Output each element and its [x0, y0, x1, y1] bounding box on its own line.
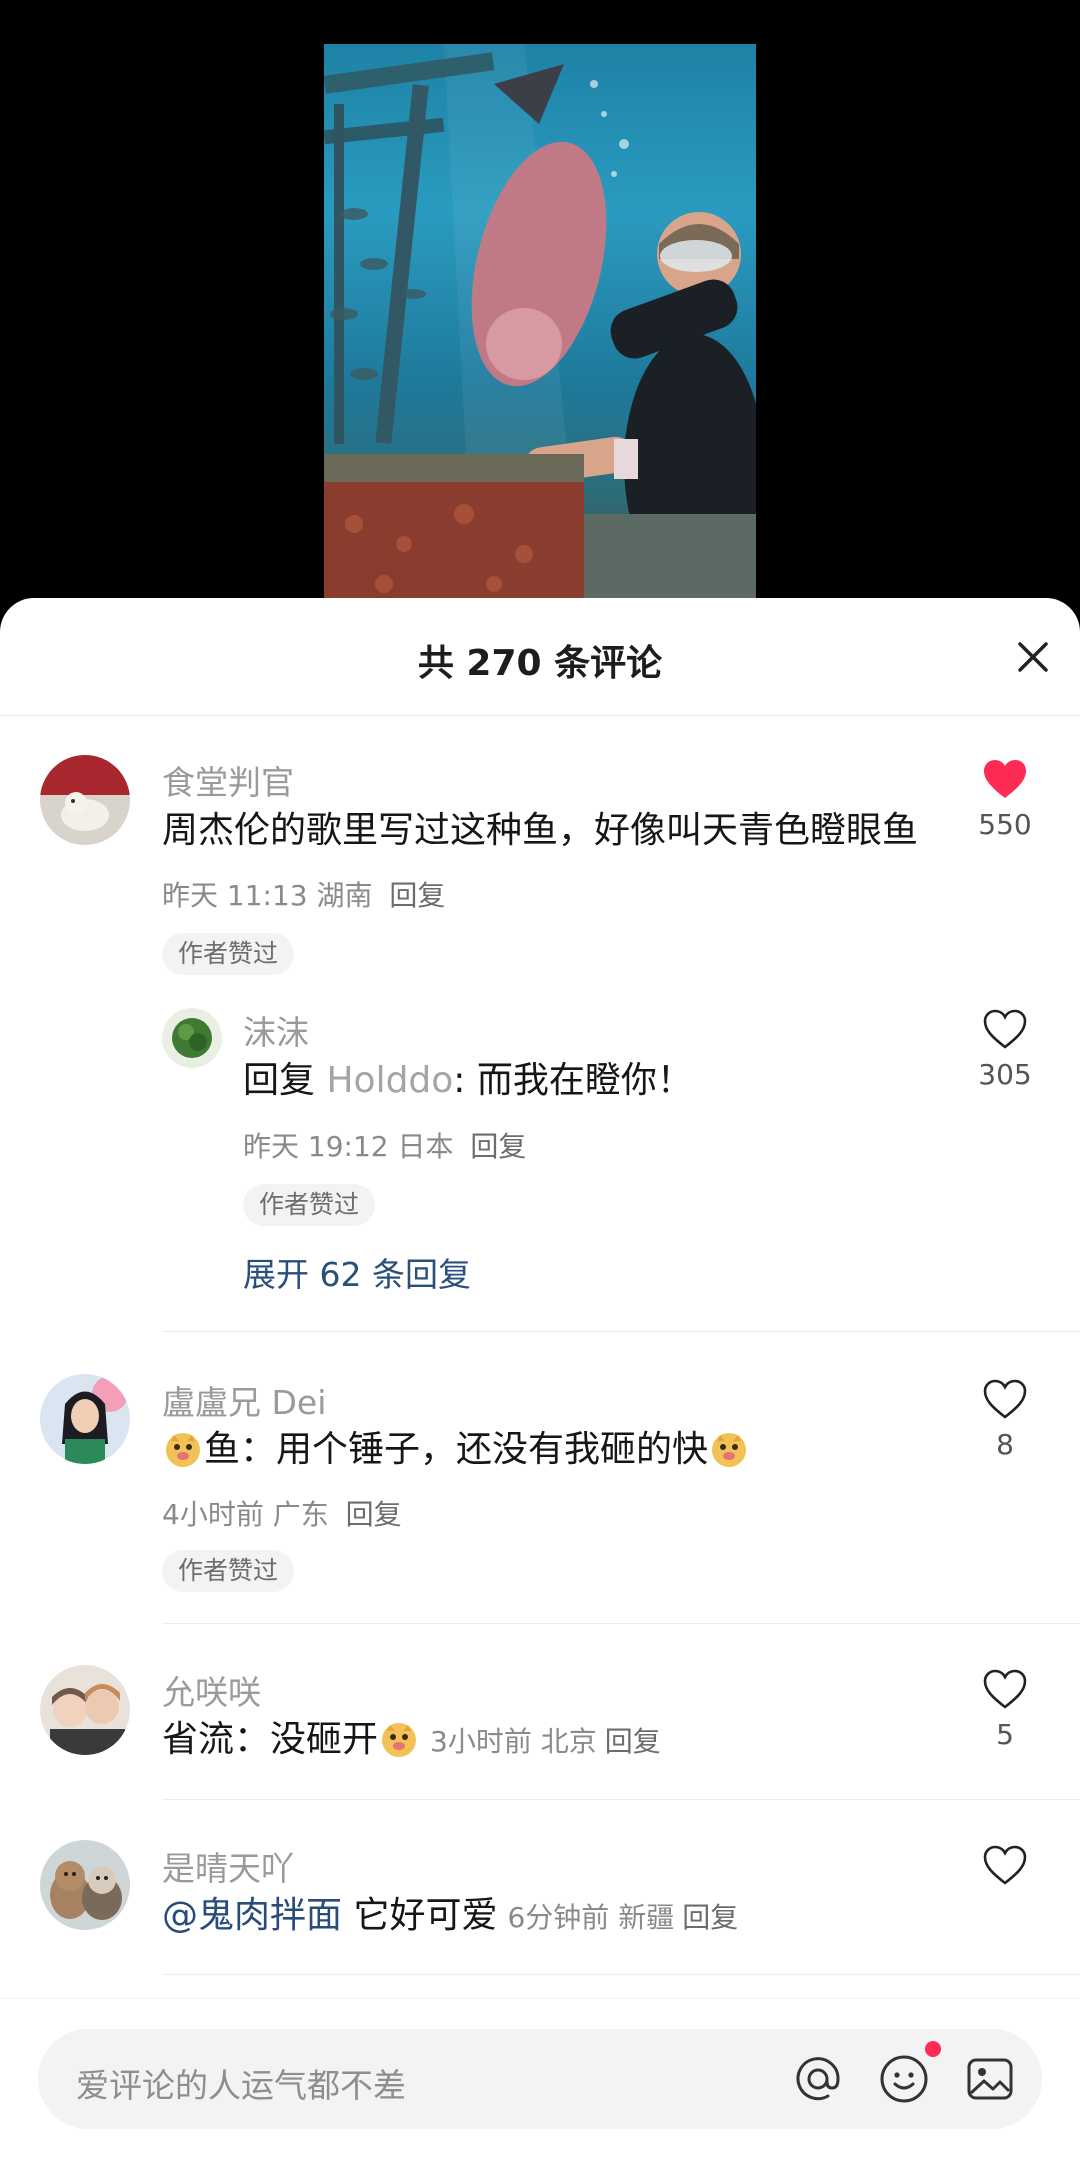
- avatar[interactable]: [40, 1374, 130, 1464]
- username[interactable]: 食堂判官: [162, 756, 294, 804]
- reply-text: 回复 Holddo: 而我在瞪你！: [243, 1058, 693, 1104]
- reply-body: : 而我在瞪你！: [453, 1060, 693, 1101]
- avatar[interactable]: [162, 1008, 222, 1068]
- expand-replies-button[interactable]: 展开 62 条回复: [243, 1248, 471, 1296]
- notification-dot: [925, 2041, 941, 2057]
- mention-button[interactable]: [790, 2051, 846, 2107]
- comment-location: 广东: [272, 1498, 329, 1531]
- comment-text: @鬼肉拌面 它好可爱 6分钟前 新疆 回复: [162, 1893, 738, 1941]
- comment-count-title: 共 270 条评论: [417, 643, 663, 684]
- like-count: 5: [996, 1718, 1014, 1751]
- divider: [162, 1799, 1080, 1800]
- comment-time: 4小时前: [162, 1498, 264, 1531]
- author-liked-tag: 作者赞过: [162, 1550, 295, 1592]
- comment-body: 省流：没砸开: [162, 1719, 379, 1760]
- comment-text: 省流：没砸开 3小时前 北京 回复: [162, 1717, 661, 1765]
- username[interactable]: 是晴天吖: [162, 1842, 294, 1890]
- underwater-scene-image: [324, 44, 756, 604]
- reply-to-user[interactable]: Holddo: [326, 1060, 453, 1101]
- like-button[interactable]: 550: [960, 758, 1050, 841]
- reply-button[interactable]: 回复: [605, 1725, 661, 1758]
- comment-location: 湖南: [316, 879, 373, 912]
- like-button[interactable]: 8: [960, 1378, 1050, 1461]
- author-liked-tag: 作者赞过: [162, 933, 295, 975]
- comment-input[interactable]: 爱评论的人运气都不差: [38, 2029, 1042, 2129]
- heart-outline-icon: [983, 1845, 1027, 1885]
- comment-meta: 昨天 19:12 日本 回复: [243, 1125, 526, 1165]
- reply-button[interactable]: 回复: [682, 1901, 738, 1934]
- avatar[interactable]: [40, 755, 130, 845]
- like-button[interactable]: [960, 1844, 1050, 1886]
- video-player[interactable]: [0, 0, 1080, 640]
- like-count: 8: [996, 1428, 1014, 1461]
- divider: [162, 1331, 1080, 1332]
- comment-location: 新疆: [618, 1901, 675, 1934]
- comment-meta: 4小时前 广东 回复: [162, 1493, 402, 1533]
- divider: [162, 1623, 1080, 1624]
- comment-location: 日本: [397, 1130, 454, 1163]
- video-thumbnail[interactable]: [324, 44, 756, 604]
- emoji-button[interactable]: [876, 2051, 932, 2107]
- reply-button[interactable]: 回复: [470, 1130, 526, 1163]
- dog-face-emoji-icon: [378, 1717, 420, 1759]
- image-button[interactable]: [962, 2051, 1018, 2107]
- heart-outline-icon: [983, 1379, 1027, 1419]
- comment-time: 6分钟前: [507, 1901, 610, 1934]
- comment-time: 昨天 11:13: [162, 879, 308, 912]
- comment-meta: 3小时前 北京 回复: [430, 1725, 661, 1758]
- username[interactable]: 允咲咲: [162, 1666, 261, 1714]
- username[interactable]: 沫沫: [243, 1006, 309, 1054]
- comment-body: 它好可爱: [342, 1895, 498, 1936]
- image-icon: [967, 2058, 1013, 2100]
- comment-sheet: 共 270 条评论 食堂判官 周杰伦的歌里写过这种鱼，好像叫天青色瞪眼鱼 昨天 …: [0, 598, 1080, 2175]
- avatar[interactable]: [40, 1840, 130, 1930]
- like-button[interactable]: 5: [960, 1668, 1050, 1751]
- divider: [162, 1974, 1080, 1975]
- reply-button[interactable]: 回复: [389, 879, 445, 912]
- comment-input-bar: 爱评论的人运气都不差: [0, 1998, 1080, 2175]
- reply-prefix: 回复: [243, 1060, 316, 1101]
- comment-location: 北京: [540, 1725, 597, 1758]
- comment-time: 3小时前: [430, 1725, 532, 1758]
- close-button[interactable]: [1010, 634, 1056, 680]
- username[interactable]: 盧盧兄 Dei: [162, 1376, 326, 1424]
- like-button[interactable]: 305: [960, 1008, 1050, 1091]
- avatar[interactable]: [40, 1665, 130, 1755]
- dog-face-emoji-icon: [162, 1427, 204, 1469]
- comment-meta: 昨天 11:13 湖南 回复: [162, 874, 445, 914]
- input-placeholder: 爱评论的人运气都不差: [76, 2066, 406, 2105]
- at-icon: [796, 2057, 840, 2101]
- heart-outline-icon: [983, 1009, 1027, 1049]
- reply-button[interactable]: 回复: [346, 1498, 402, 1531]
- close-icon: [1018, 642, 1048, 672]
- comment-meta: 6分钟前 新疆 回复: [507, 1901, 738, 1934]
- comment-text: 鱼：用个锤子，还没有我砸的快: [162, 1427, 750, 1473]
- emoji-icon: [880, 2055, 928, 2103]
- comment-body: 鱼：用个锤子，还没有我砸的快: [204, 1429, 709, 1470]
- mention-link[interactable]: @鬼肉拌面: [162, 1895, 342, 1936]
- heart-outline-icon: [983, 1669, 1027, 1709]
- comment-text: 周杰伦的歌里写过这种鱼，好像叫天青色瞪眼鱼: [162, 810, 919, 851]
- heart-filled-icon: [984, 760, 1026, 798]
- dog-face-emoji-icon: [708, 1427, 750, 1469]
- author-liked-tag: 作者赞过: [243, 1184, 376, 1226]
- comment-time: 昨天 19:12: [243, 1130, 389, 1163]
- like-count: 305: [978, 1058, 1032, 1091]
- sheet-header: 共 270 条评论: [0, 598, 1080, 716]
- like-count: 550: [978, 808, 1032, 841]
